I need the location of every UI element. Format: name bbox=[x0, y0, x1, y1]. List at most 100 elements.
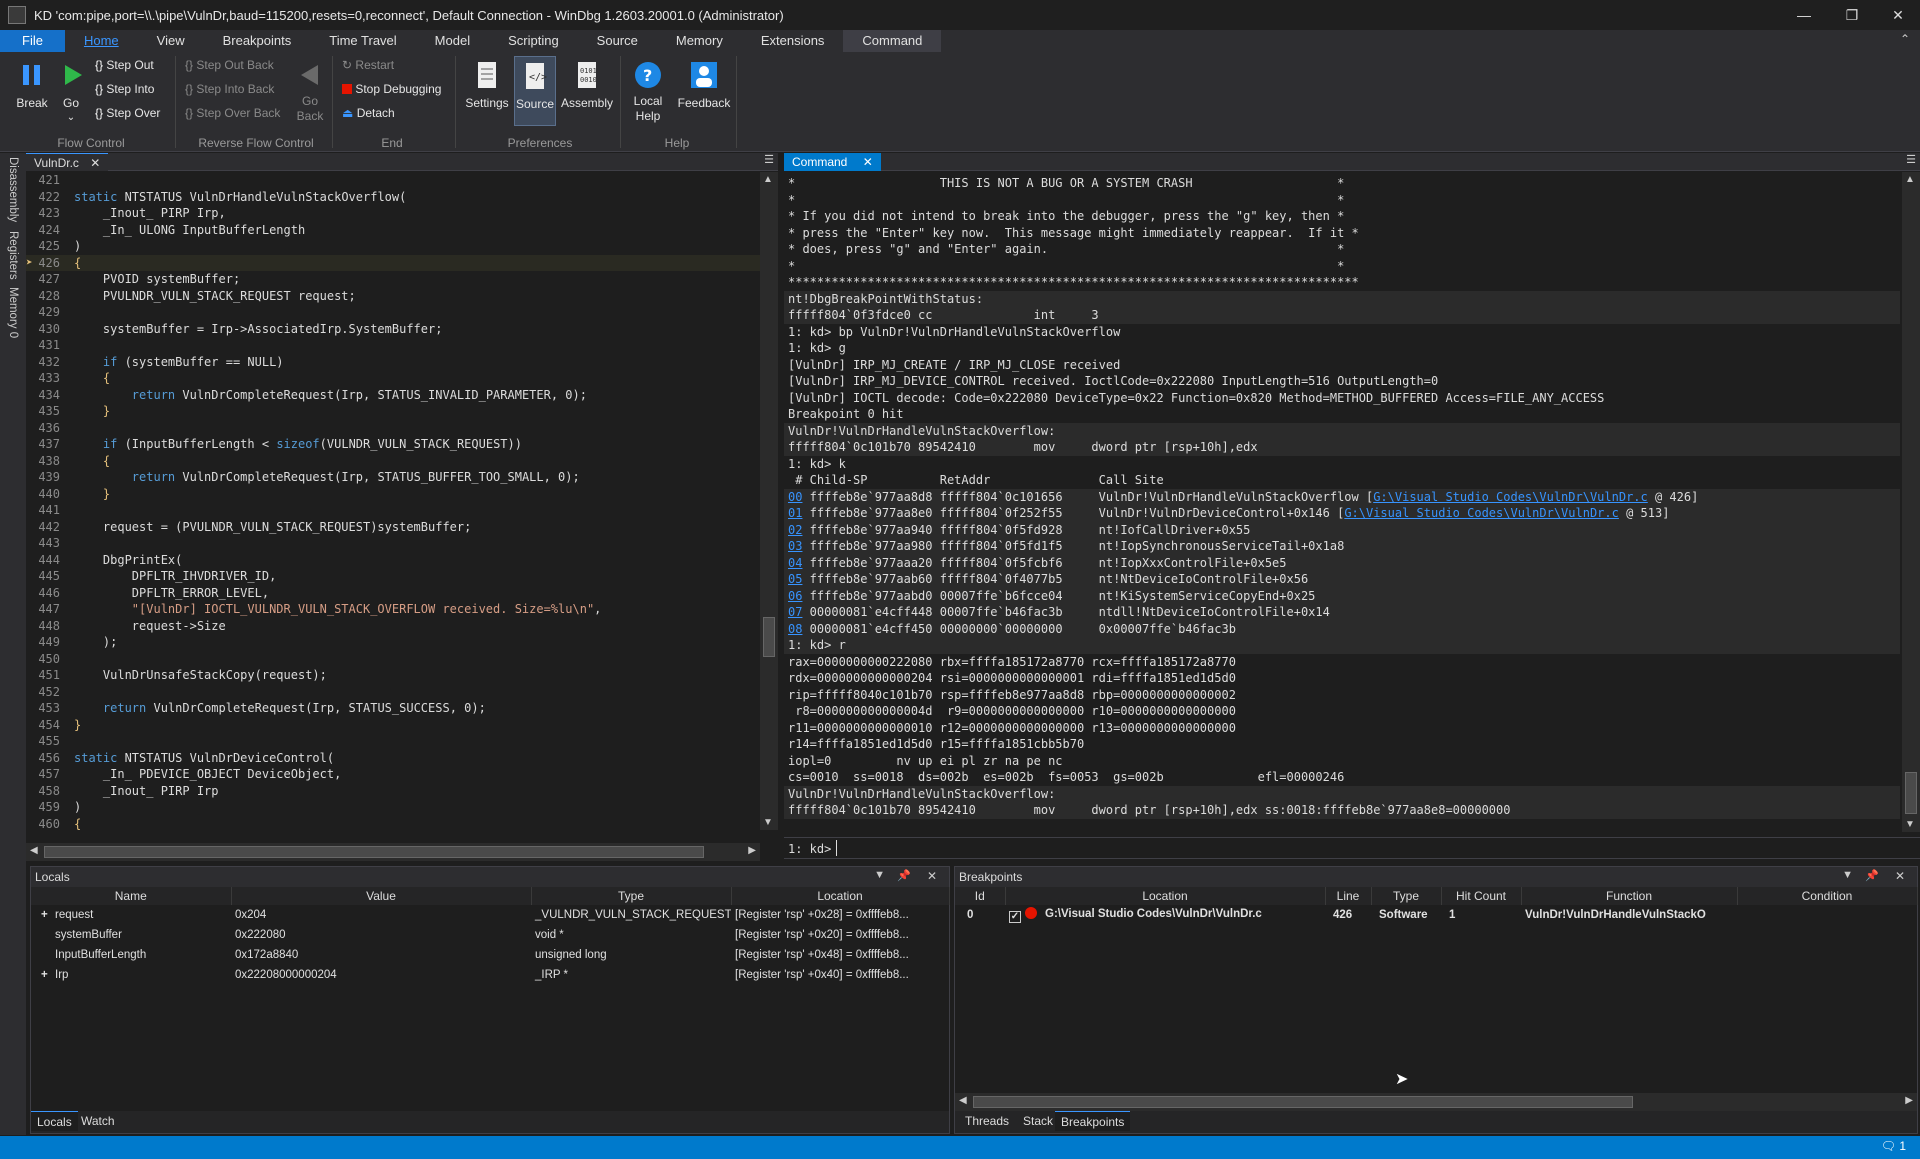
stop-debugging-button[interactable]: Stop Debugging bbox=[342, 82, 441, 96]
source-code-view[interactable]: 421 422 static NTSTATUS VulnDrHandleVulnSt… bbox=[26, 172, 760, 830]
column-header[interactable]: Value bbox=[231, 887, 532, 905]
menu-extensions[interactable]: Extensions bbox=[742, 30, 844, 52]
frame-number-link[interactable]: 01 bbox=[788, 506, 802, 520]
source-line[interactable]: 459) bbox=[26, 799, 760, 816]
frame-number-link[interactable]: 02 bbox=[788, 523, 802, 537]
frame-number-link[interactable]: 03 bbox=[788, 539, 802, 553]
menu-file[interactable]: File bbox=[0, 30, 65, 52]
scroll-thumb[interactable] bbox=[763, 617, 775, 657]
close-icon[interactable]: ✕ bbox=[90, 156, 100, 170]
scroll-up-icon[interactable]: ▲ bbox=[1905, 174, 1915, 185]
assembly-button[interactable]: 0101 0010 Assembly bbox=[560, 58, 614, 110]
source-line[interactable]: 431 bbox=[26, 337, 760, 354]
step-over-button[interactable]: {} Step Over bbox=[95, 106, 160, 120]
menu-view[interactable]: View bbox=[138, 30, 204, 52]
enabled-checkbox[interactable]: ✓ bbox=[1009, 911, 1021, 923]
scroll-down-icon[interactable]: ▼ bbox=[1905, 819, 1915, 830]
scroll-right-icon[interactable]: ▶ bbox=[748, 845, 756, 856]
break-button[interactable]: Break bbox=[12, 58, 52, 110]
close-window-button[interactable]: ✕ bbox=[1875, 0, 1920, 30]
source-line[interactable]: 436 bbox=[26, 420, 760, 437]
column-header[interactable]: Hit Count bbox=[1441, 887, 1522, 905]
step-over-back-button[interactable]: {} Step Over Back bbox=[185, 106, 280, 120]
source-line[interactable]: 439 return VulnDrCompleteRequest(Irp, ST… bbox=[26, 469, 760, 486]
menu-home[interactable]: Home bbox=[65, 30, 138, 52]
pane-menu-icon[interactable]: ☰ bbox=[764, 153, 774, 166]
source-line[interactable]: 454} bbox=[26, 717, 760, 734]
close-icon[interactable]: ✕ bbox=[927, 869, 937, 883]
locals-row[interactable]: InputBufferLength 0x172a8840 unsigned long… bbox=[31, 945, 949, 965]
go-back-button[interactable]: Go Back bbox=[292, 58, 328, 124]
menu-command[interactable]: Command bbox=[843, 30, 942, 52]
source-line[interactable]: 424 _In_ ULONG InputBufferLength bbox=[26, 222, 760, 239]
scroll-right-icon[interactable]: ▶ bbox=[1905, 1095, 1913, 1106]
command-input[interactable] bbox=[836, 840, 837, 856]
source-line[interactable]: 445 DPFLTR_IHVDRIVER_ID, bbox=[26, 568, 760, 585]
column-header[interactable]: Location bbox=[731, 887, 950, 905]
minimize-button[interactable]: — bbox=[1781, 0, 1827, 30]
source-line[interactable]: 458 _Inout_ PIRP Irp bbox=[26, 783, 760, 800]
source-horizontal-scrollbar[interactable]: ◀ ▶ bbox=[26, 843, 760, 861]
local-help-button[interactable]: ? Local Help bbox=[626, 58, 670, 124]
side-tab-disassembly[interactable]: Disassembly bbox=[6, 157, 20, 222]
column-header[interactable]: Condition bbox=[1737, 887, 1918, 905]
frame-number-link[interactable]: 07 bbox=[788, 605, 802, 619]
step-out-button[interactable]: {} Step Out bbox=[95, 58, 154, 72]
restart-button[interactable]: ↻ Restart bbox=[342, 58, 394, 72]
menu-model[interactable]: Model bbox=[416, 30, 489, 52]
go-button[interactable]: Go ⌄ bbox=[56, 58, 86, 123]
source-line[interactable]: 455 bbox=[26, 733, 760, 750]
source-line[interactable]: 447 "[VulnDr] IOCTL_VULNDR_VULN_STACK_OV… bbox=[26, 601, 760, 618]
scroll-thumb[interactable] bbox=[973, 1096, 1633, 1108]
source-line[interactable]: 442 request = (PVULNDR_VULN_STACK_REQUES… bbox=[26, 519, 760, 536]
source-line[interactable]: 435 } bbox=[26, 403, 760, 420]
menu-scripting[interactable]: Scripting bbox=[489, 30, 578, 52]
source-line[interactable]: 434 return VulnDrCompleteRequest(Irp, ST… bbox=[26, 387, 760, 404]
source-line[interactable]: 450 bbox=[26, 651, 760, 668]
tab-breakpoints[interactable]: Breakpoints bbox=[1055, 1111, 1131, 1131]
tab-threads[interactable]: Threads bbox=[959, 1111, 1015, 1131]
menu-source[interactable]: Source bbox=[578, 30, 657, 52]
locals-row[interactable]: + Irp 0x22208000000204 _IRP * [Register 'rsp… bbox=[31, 965, 949, 985]
tab-watch[interactable]: Watch bbox=[75, 1111, 121, 1131]
column-header[interactable]: Location bbox=[1005, 887, 1326, 905]
ribbon-collapse-icon[interactable]: ⌃ bbox=[1900, 32, 1910, 46]
source-line[interactable]: 440 } bbox=[26, 486, 760, 503]
close-icon[interactable]: ✕ bbox=[863, 155, 873, 169]
command-output[interactable]: * THIS IS NOT A BUG OR A SYSTEM CRASH * *… bbox=[784, 175, 1900, 831]
source-line[interactable]: 425) bbox=[26, 238, 760, 255]
tab-stack[interactable]: Stack bbox=[1017, 1111, 1059, 1131]
source-line[interactable]: 430 systemBuffer = Irp->AssociatedIrp.Sy… bbox=[26, 321, 760, 338]
column-header[interactable]: Function bbox=[1521, 887, 1738, 905]
scroll-thumb[interactable] bbox=[44, 846, 704, 858]
expand-icon[interactable]: + bbox=[41, 969, 55, 981]
feedback-button[interactable]: Feedback bbox=[677, 58, 731, 110]
tab-vulndr-c[interactable]: VulnDr.c ✕ bbox=[26, 153, 109, 171]
tab-locals[interactable]: Locals bbox=[31, 1111, 78, 1131]
step-into-back-button[interactable]: {} Step Into Back bbox=[185, 82, 274, 96]
source-line[interactable]: 422 static NTSTATUS VulnDrHandleVulnStack… bbox=[26, 189, 760, 206]
source-line[interactable]: 438 { bbox=[26, 453, 760, 470]
detach-button[interactable]: ⏏ Detach bbox=[342, 106, 395, 120]
source-file-link[interactable]: G:\Visual Studio Codes\VulnDr\VulnDr.c bbox=[1373, 490, 1648, 504]
source-line[interactable]: 444 DbgPrintEx( bbox=[26, 552, 760, 569]
breakpoints-horizontal-scrollbar[interactable]: ◀ ▶ bbox=[955, 1093, 1917, 1111]
source-line[interactable]: 453 return VulnDrCompleteRequest(Irp, ST… bbox=[26, 700, 760, 717]
source-line[interactable]: 456 static NTSTATUS VulnDrDeviceControl( bbox=[26, 750, 760, 767]
source-line[interactable]: 457 _In_ PDEVICE_OBJECT DeviceObject, bbox=[26, 766, 760, 783]
side-tab-memory[interactable]: Memory 0 bbox=[6, 287, 20, 338]
frame-number-link[interactable]: 08 bbox=[788, 622, 802, 636]
pane-menu-icon[interactable]: ☰ bbox=[1906, 153, 1916, 166]
source-line[interactable]: 426{➤ bbox=[26, 254, 760, 271]
source-line[interactable]: 437 if (InputBufferLength < sizeof(VULND… bbox=[26, 436, 760, 453]
source-line[interactable]: 441 bbox=[26, 502, 760, 519]
source-file-link[interactable]: G:\Visual Studio Codes\VulnDr\VulnDr.c bbox=[1344, 506, 1619, 520]
menu-memory[interactable]: Memory bbox=[657, 30, 742, 52]
source-line[interactable]: 432 if (systemBuffer == NULL) bbox=[26, 354, 760, 371]
source-line[interactable]: 429 bbox=[26, 304, 760, 321]
frame-number-link[interactable]: 06 bbox=[788, 589, 802, 603]
breakpoint-row[interactable]: 0 ✓ G:\Visual Studio Codes\VulnDr\VulnDr.c… bbox=[955, 905, 1917, 925]
scroll-up-icon[interactable]: ▲ bbox=[763, 174, 773, 185]
tab-command[interactable]: Command ✕ bbox=[784, 153, 881, 171]
source-line[interactable]: 460 { bbox=[26, 816, 760, 831]
